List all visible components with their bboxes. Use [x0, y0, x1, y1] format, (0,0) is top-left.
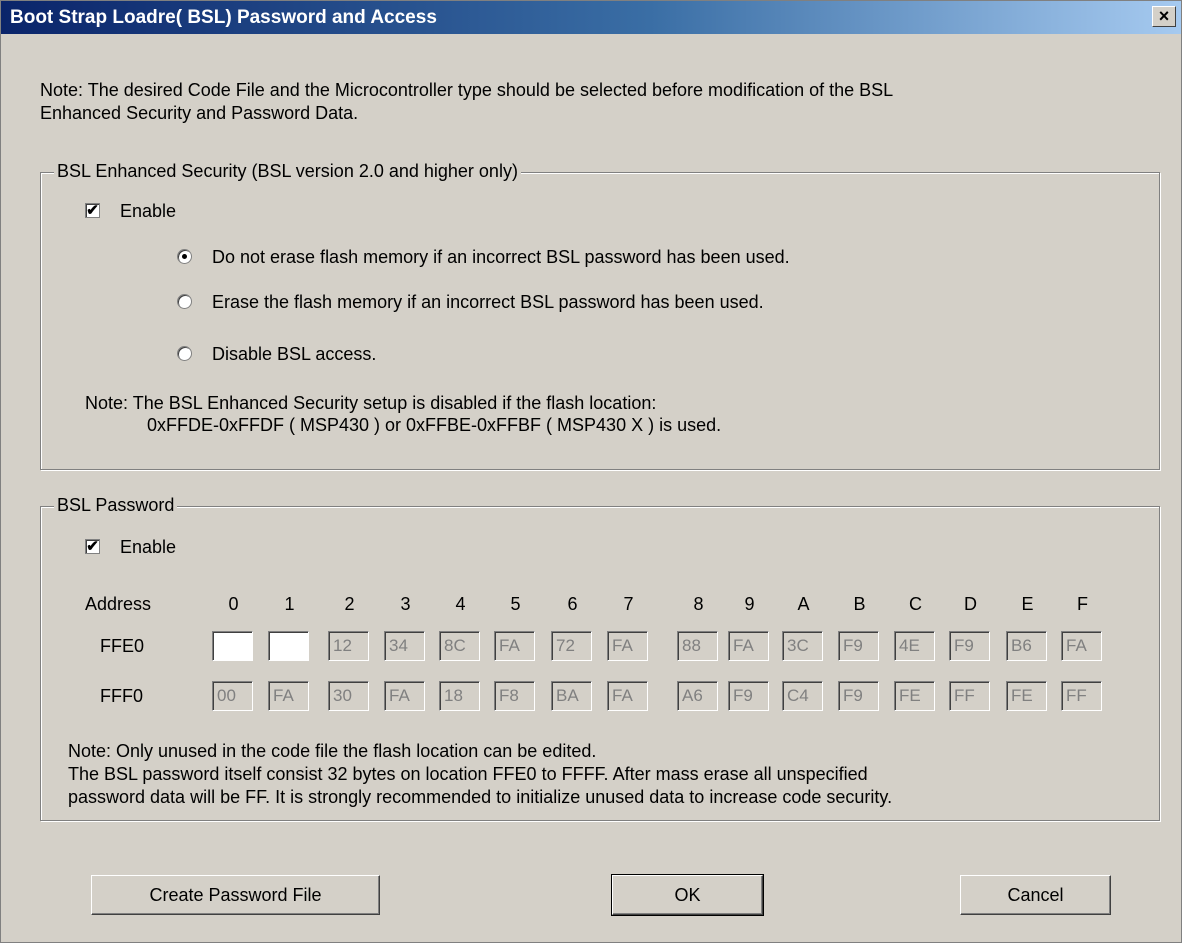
password-byte-field[interactable]: FA — [1061, 631, 1102, 661]
password-byte-field[interactable]: BA — [551, 681, 592, 711]
password-byte-field[interactable]: C4 — [782, 681, 823, 711]
column-header: 8 — [693, 594, 704, 614]
title-bar: Boot Strap Loadre( BSL) Password and Acc… — [0, 0, 1182, 34]
password-note-line-1: Note: Only unused in the code file the f… — [68, 741, 597, 761]
password-byte-field[interactable]: F9 — [949, 631, 990, 661]
column-header: 1 — [284, 594, 295, 614]
security-enable-checkbox[interactable]: ✔ — [85, 203, 100, 218]
password-byte-field[interactable]: A6 — [677, 681, 718, 711]
top-note-line-1: Note: The desired Code File and the Micr… — [40, 80, 894, 100]
password-byte-field[interactable]: F9 — [838, 681, 879, 711]
password-byte-field[interactable]: FA — [607, 631, 648, 661]
radio-no-erase[interactable] — [177, 249, 192, 264]
column-header: 7 — [623, 594, 634, 614]
password-byte-field[interactable]: 12 — [328, 631, 369, 661]
password-byte-field[interactable]: FE — [894, 681, 935, 711]
password-byte-field[interactable]: FA — [728, 631, 769, 661]
close-button[interactable]: × — [1152, 6, 1176, 27]
password-byte-field[interactable]: F9 — [838, 631, 879, 661]
row-address-label: FFE0 — [100, 636, 145, 656]
password-byte-field[interactable] — [268, 631, 309, 661]
password-byte-field[interactable]: FF — [1061, 681, 1102, 711]
password-legend: BSL Password — [54, 494, 178, 516]
security-note-line-2: 0xFFDE-0xFFDF ( MSP430 ) or 0xFFBE-0xFFB… — [147, 415, 722, 435]
password-byte-field[interactable]: FF — [949, 681, 990, 711]
security-legend: BSL Enhanced Security (BSL version 2.0 a… — [54, 160, 521, 182]
password-note-line-3: password data will be FF. It is strongly… — [68, 787, 893, 807]
password-byte-field[interactable]: 72 — [551, 631, 592, 661]
column-header: 4 — [455, 594, 466, 614]
password-enable-label: Enable — [120, 537, 177, 557]
password-byte-field[interactable]: 8C — [439, 631, 480, 661]
password-byte-field[interactable]: 88 — [677, 631, 718, 661]
column-header: E — [1021, 594, 1034, 614]
column-header: 6 — [567, 594, 578, 614]
column-header: C — [909, 594, 922, 614]
checkmark-icon: ✔ — [86, 538, 99, 555]
column-header: D — [964, 594, 977, 614]
radio-disable-bsl-label: Disable BSL access. — [212, 344, 377, 364]
password-byte-field[interactable]: F9 — [728, 681, 769, 711]
column-header: 5 — [510, 594, 521, 614]
password-byte-field[interactable]: 18 — [439, 681, 480, 711]
password-byte-field[interactable]: B6 — [1006, 631, 1047, 661]
password-byte-field[interactable]: 00 — [212, 681, 253, 711]
column-header: 0 — [228, 594, 239, 614]
radio-no-erase-label: Do not erase flash memory if an incorrec… — [212, 247, 790, 267]
ok-button[interactable]: OK — [611, 874, 764, 916]
password-enable-checkbox[interactable]: ✔ — [85, 539, 100, 554]
radio-dot-icon — [182, 254, 187, 259]
password-byte-field[interactable]: FA — [268, 681, 309, 711]
column-header: 9 — [744, 594, 755, 614]
radio-erase-label: Erase the flash memory if an incorrect B… — [212, 292, 764, 312]
password-byte-field[interactable]: FA — [494, 631, 535, 661]
column-header: 3 — [400, 594, 411, 614]
cancel-button[interactable]: Cancel — [960, 875, 1111, 915]
row-address-label: FFF0 — [100, 686, 143, 706]
column-header: B — [853, 594, 866, 614]
close-icon: × — [1158, 6, 1170, 26]
address-label: Address — [85, 594, 152, 614]
column-header: 2 — [344, 594, 355, 614]
password-byte-field[interactable] — [212, 631, 253, 661]
password-byte-field[interactable]: FA — [384, 681, 425, 711]
password-note-line-2: The BSL password itself consist 32 bytes… — [68, 764, 868, 784]
password-byte-field[interactable]: 3C — [782, 631, 823, 661]
security-note-line-1: Note: The BSL Enhanced Security setup is… — [85, 393, 657, 413]
column-header: A — [797, 594, 810, 614]
password-byte-field[interactable]: 30 — [328, 681, 369, 711]
create-password-file-button[interactable]: Create Password File — [91, 875, 380, 915]
radio-erase[interactable] — [177, 294, 192, 309]
checkmark-icon: ✔ — [86, 202, 99, 219]
window-title: Boot Strap Loadre( BSL) Password and Acc… — [10, 7, 437, 28]
security-enable-label: Enable — [120, 201, 177, 221]
radio-disable-bsl[interactable] — [177, 346, 192, 361]
password-byte-field[interactable]: 34 — [384, 631, 425, 661]
password-byte-field[interactable]: FA — [607, 681, 648, 711]
top-note-line-2: Enhanced Security and Password Data. — [40, 103, 359, 123]
password-byte-field[interactable]: FE — [1006, 681, 1047, 711]
column-header: F — [1077, 594, 1088, 614]
password-byte-field[interactable]: 4E — [894, 631, 935, 661]
password-byte-field[interactable]: F8 — [494, 681, 535, 711]
